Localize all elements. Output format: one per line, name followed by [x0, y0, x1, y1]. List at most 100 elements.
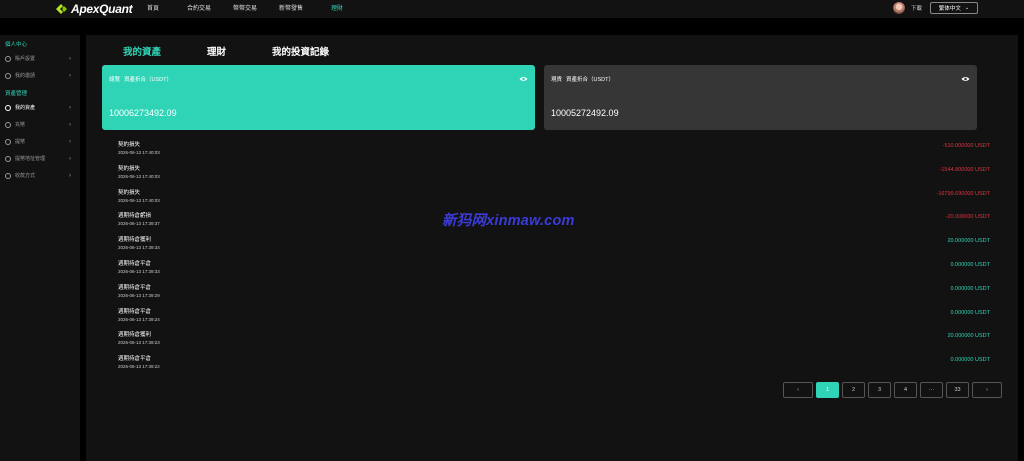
record-time: 2026-06-13 17:39:22	[118, 364, 160, 370]
total-assets-card: 總覽 資產折合（USDT） 10006273492.09	[102, 65, 535, 130]
page-button-3[interactable]: 3	[868, 382, 891, 398]
transaction-list: 契約損失 2026-06-13 17:40:03 -510.000000 USD…	[118, 140, 990, 378]
wallet-icon	[5, 138, 11, 145]
logo-text: ApexQuant	[71, 2, 133, 16]
chevron-right-icon: ›	[69, 138, 71, 145]
sidebar-item-my-assets[interactable]: 我的資產 ›	[0, 99, 80, 116]
card-subtitle: 資產折合（USDT）	[124, 77, 172, 83]
record-amount: 0.000000 USDT	[950, 309, 990, 316]
sidebar-item-account-settings[interactable]: 賬戶設置 ›	[0, 50, 80, 67]
sidebar-item-invitations[interactable]: 我的邀請 ›	[0, 67, 80, 84]
prev-page-button[interactable]: ‹	[783, 382, 813, 398]
address-book-icon	[5, 155, 11, 162]
record-title: 週期持倉獲利	[118, 237, 152, 244]
page-button-1[interactable]: 1	[816, 382, 839, 398]
tab-wealth[interactable]: 理財	[207, 44, 226, 58]
sidebar: 個人中心 賬戶設置 › 我的邀請 › 資產管理 我的資產 › 充幣 › 提幣 ›…	[0, 35, 80, 461]
record-time: 2026-06-13 17:39:29	[118, 292, 160, 298]
main-nav: 首頁 合約交易 幣幣交易 新幣發售 理財	[130, 0, 360, 18]
record-time: 2026-06-13 17:39:33	[118, 268, 160, 274]
users-icon	[5, 72, 11, 79]
record-time: 2026-06-13 17:39:23	[118, 340, 160, 346]
record-title: 週期持倉平倉	[118, 284, 152, 291]
card-subtitle: 資產折合（USDT）	[566, 77, 614, 83]
record-amount: -16799.690000 USDT	[936, 190, 990, 197]
eye-icon[interactable]	[519, 76, 528, 82]
tab-my-assets[interactable]: 我的資產	[123, 44, 161, 58]
record-title: 契約損失	[118, 142, 141, 148]
list-item: 週期持倉平倉 2026-06-13 17:39:33 0.000000 USDT	[118, 259, 990, 283]
nav-wealth[interactable]: 理財	[314, 0, 360, 18]
next-page-button[interactable]: ›	[972, 382, 1002, 398]
avatar[interactable]	[892, 2, 905, 14]
chevron-right-icon: ›	[69, 155, 71, 162]
list-item: 週期持倉平倉 2026-06-13 17:39:22 0.000000 USDT	[118, 354, 990, 378]
chevron-right-icon: ›	[69, 72, 71, 79]
record-amount: -510.000000 USDT	[942, 143, 990, 149]
record-title: 週期持倉平倉	[118, 356, 152, 363]
sidebar-section-personal: 個人中心	[5, 42, 28, 48]
list-item: 週期持倉獲利 2026-06-13 17:39:23 20.000000 USD…	[118, 330, 990, 354]
nav-coin-trading[interactable]: 幣幣交易	[222, 0, 268, 18]
language-value: 繁体中文	[938, 6, 961, 12]
record-title: 週期持倉獲利	[118, 332, 152, 339]
card-label: 總覽 資產折合（USDT）	[109, 75, 528, 83]
sidebar-item-label: 提幣	[15, 139, 26, 145]
sidebar-item-withdraw[interactable]: 提幣 ›	[0, 133, 80, 150]
sidebar-item-label: 賬戶設置	[15, 56, 36, 62]
tab-investment-records[interactable]: 我的投資記錄	[272, 44, 329, 58]
sidebar-item-label: 收款方式	[15, 173, 36, 179]
chevron-right-icon: ›	[69, 55, 71, 62]
card-title: 現貨	[551, 77, 563, 83]
record-amount: 20.000000 USDT	[947, 333, 991, 340]
total-assets-value: 10006273492.09	[109, 108, 177, 118]
nav-new-coin-sale[interactable]: 新幣發售	[268, 0, 314, 18]
record-title: 契約損失	[118, 165, 141, 172]
asset-tabs: 我的資產 理財 我的投資記錄	[123, 44, 375, 58]
record-title: 週期持倉平倉	[118, 260, 152, 267]
spot-assets-value: 10005272492.09	[551, 108, 619, 118]
record-time: 2026-06-13 17:40:03	[118, 173, 160, 179]
page-button-4[interactable]: 4	[894, 382, 917, 398]
eye-icon[interactable]	[961, 76, 970, 82]
sidebar-item-label: 我的邀請	[15, 73, 36, 79]
top-navbar: ApexQuant 首頁 合約交易 幣幣交易 新幣發售 理財 下載 繁体中文 ⌄	[0, 0, 1024, 18]
card-label: 現貨 資產折合（USDT）	[551, 75, 970, 83]
card-icon	[5, 172, 11, 179]
list-item: 契約損失 2026-06-13 17:40:03 -510.000000 USD…	[118, 140, 990, 164]
sidebar-item-label: 提幣地址管理	[15, 156, 46, 162]
logo[interactable]: ApexQuant	[54, 1, 133, 17]
sidebar-item-withdraw-address[interactable]: 提幣地址管理 ›	[0, 150, 80, 167]
sidebar-item-label: 充幣	[15, 122, 26, 128]
watermark: 新犸网xinmaw.com	[442, 213, 575, 229]
chevron-right-icon: ›	[69, 121, 71, 128]
nav-home[interactable]: 首頁	[130, 0, 176, 18]
record-amount: 20.000000 USDT	[947, 238, 991, 245]
chevron-right-icon: ›	[69, 172, 71, 179]
user-icon	[5, 55, 11, 62]
chevron-right-icon: ›	[69, 104, 71, 111]
main-panel: 我的資產 理財 我的投資記錄 總覽 資產折合（USDT） 10006273492.…	[86, 35, 1018, 461]
list-item: 契約損失 2026-06-13 17:40:03 -16799.690000 U…	[118, 188, 990, 212]
list-item: 週期持倉獲利 2026-06-13 17:39:34 20.000000 USD…	[118, 235, 990, 259]
chevron-down-icon: ⌄	[964, 5, 970, 11]
record-title: 契約損失	[118, 189, 141, 196]
pagination: ‹ 1 2 3 4 ··· 33 ›	[783, 382, 1005, 398]
card-title: 總覽	[109, 77, 121, 83]
record-amount: 0.000000 USDT	[950, 285, 990, 292]
sidebar-section-assets: 資產管理	[5, 91, 28, 97]
page-button-2[interactable]: 2	[842, 382, 865, 398]
sidebar-item-deposit[interactable]: 充幣 ›	[0, 116, 80, 133]
record-time: 2026-06-13 17:40:03	[118, 197, 160, 203]
download-link[interactable]: 下載	[911, 4, 922, 12]
sidebar-item-payment-methods[interactable]: 收款方式 ›	[0, 167, 80, 184]
language-select[interactable]: 繁体中文 ⌄	[930, 2, 978, 14]
nav-contract-trading[interactable]: 合約交易	[176, 0, 222, 18]
record-time: 2026-06-13 17:39:34	[118, 245, 160, 251]
record-time: 2026-06-13 17:39:24	[118, 316, 160, 322]
logo-icon	[56, 4, 67, 14]
page-button-33[interactable]: 33	[946, 382, 969, 398]
page-ellipsis[interactable]: ···	[920, 382, 943, 398]
pie-chart-icon	[5, 104, 11, 111]
record-amount: 0.000000 USDT	[950, 261, 990, 268]
